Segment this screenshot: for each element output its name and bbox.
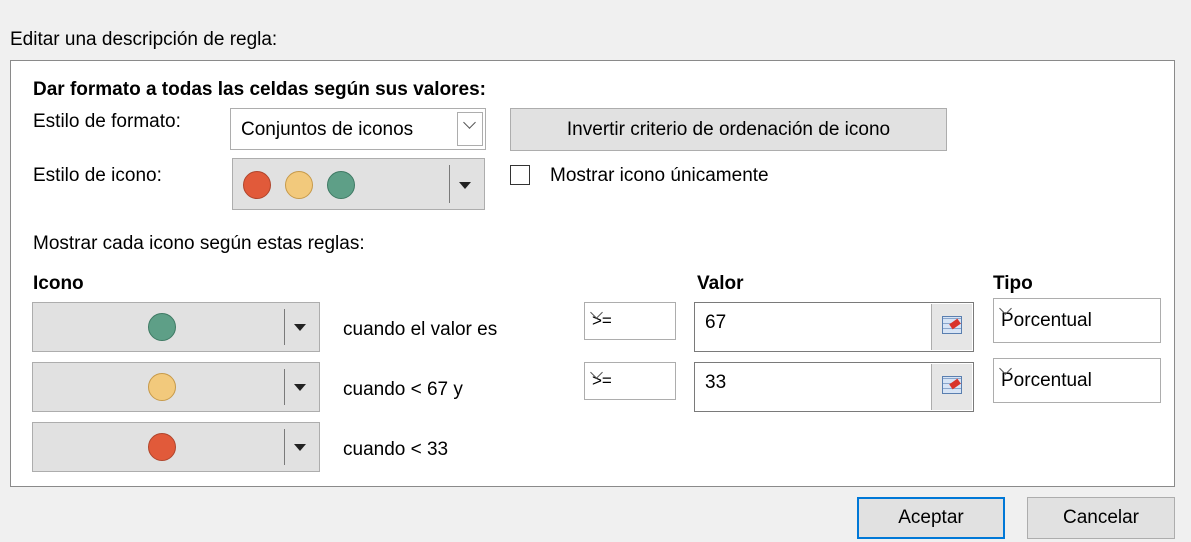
- section-title: Editar una descripción de regla:: [10, 29, 278, 50]
- ok-button[interactable]: Aceptar: [857, 497, 1005, 539]
- yellow-circle-icon: [285, 171, 313, 199]
- yellow-circle-icon: [148, 373, 176, 401]
- chevron-down-icon[interactable]: [457, 112, 483, 146]
- rule-3-icon-select[interactable]: [32, 422, 320, 472]
- dropdown-arrow-icon[interactable]: [294, 324, 306, 331]
- show-icon-only-checkbox[interactable]: [510, 165, 530, 185]
- red-circle-icon: [148, 433, 176, 461]
- rule-2-value-input[interactable]: 33: [694, 362, 974, 412]
- dropdown-arrow-icon[interactable]: [459, 182, 471, 189]
- icon-column-header: Icono: [33, 273, 84, 294]
- format-style-select[interactable]: Conjuntos de iconos: [230, 108, 486, 150]
- red-circle-icon: [243, 171, 271, 199]
- rule-2-type-select[interactable]: Porcentual: [993, 358, 1161, 403]
- rule-1-value: 67: [705, 312, 727, 333]
- rule-1-condition: cuando el valor es: [343, 319, 498, 340]
- rule-1-icon-select[interactable]: [32, 302, 320, 352]
- rule-1-value-input[interactable]: 67: [694, 302, 974, 352]
- icon-style-select[interactable]: [232, 158, 485, 210]
- rule-2-icon-select[interactable]: [32, 362, 320, 412]
- range-select-icon: [942, 376, 962, 394]
- rule-1-type: Porcentual: [1001, 310, 1092, 331]
- rule-1-type-select[interactable]: Porcentual: [993, 298, 1161, 343]
- cell-reference-button[interactable]: [931, 364, 972, 410]
- icon-style-label: Estilo de icono:: [33, 165, 162, 186]
- cancel-button[interactable]: Cancelar: [1027, 497, 1175, 539]
- range-select-icon: [942, 316, 962, 334]
- rules-label: Mostrar cada icono según estas reglas:: [33, 233, 365, 254]
- rule-3-condition: cuando < 33: [343, 439, 449, 460]
- panel-heading: Dar formato a todas las celdas según sus…: [33, 79, 487, 100]
- format-style-label: Estilo de formato:: [33, 111, 181, 132]
- show-icon-only-label: Mostrar icono únicamente: [550, 165, 769, 186]
- dropdown-arrow-icon[interactable]: [294, 384, 306, 391]
- reverse-icon-order-button[interactable]: Invertir criterio de ordenación de icono: [510, 108, 947, 151]
- rule-2-type: Porcentual: [1001, 370, 1092, 391]
- rule-2-value: 33: [705, 372, 727, 393]
- rule-2-condition: cuando < 67 y: [343, 379, 463, 400]
- rule-2-operator-select[interactable]: >=: [584, 362, 676, 400]
- format-style-value: Conjuntos de iconos: [241, 120, 414, 139]
- green-circle-icon: [327, 171, 355, 199]
- value-column-header: Valor: [697, 273, 744, 294]
- rule-1-operator-select[interactable]: >=: [584, 302, 676, 340]
- dropdown-arrow-icon[interactable]: [294, 444, 306, 451]
- type-column-header: Tipo: [993, 273, 1033, 294]
- green-circle-icon: [148, 313, 176, 341]
- cell-reference-button[interactable]: [931, 304, 972, 350]
